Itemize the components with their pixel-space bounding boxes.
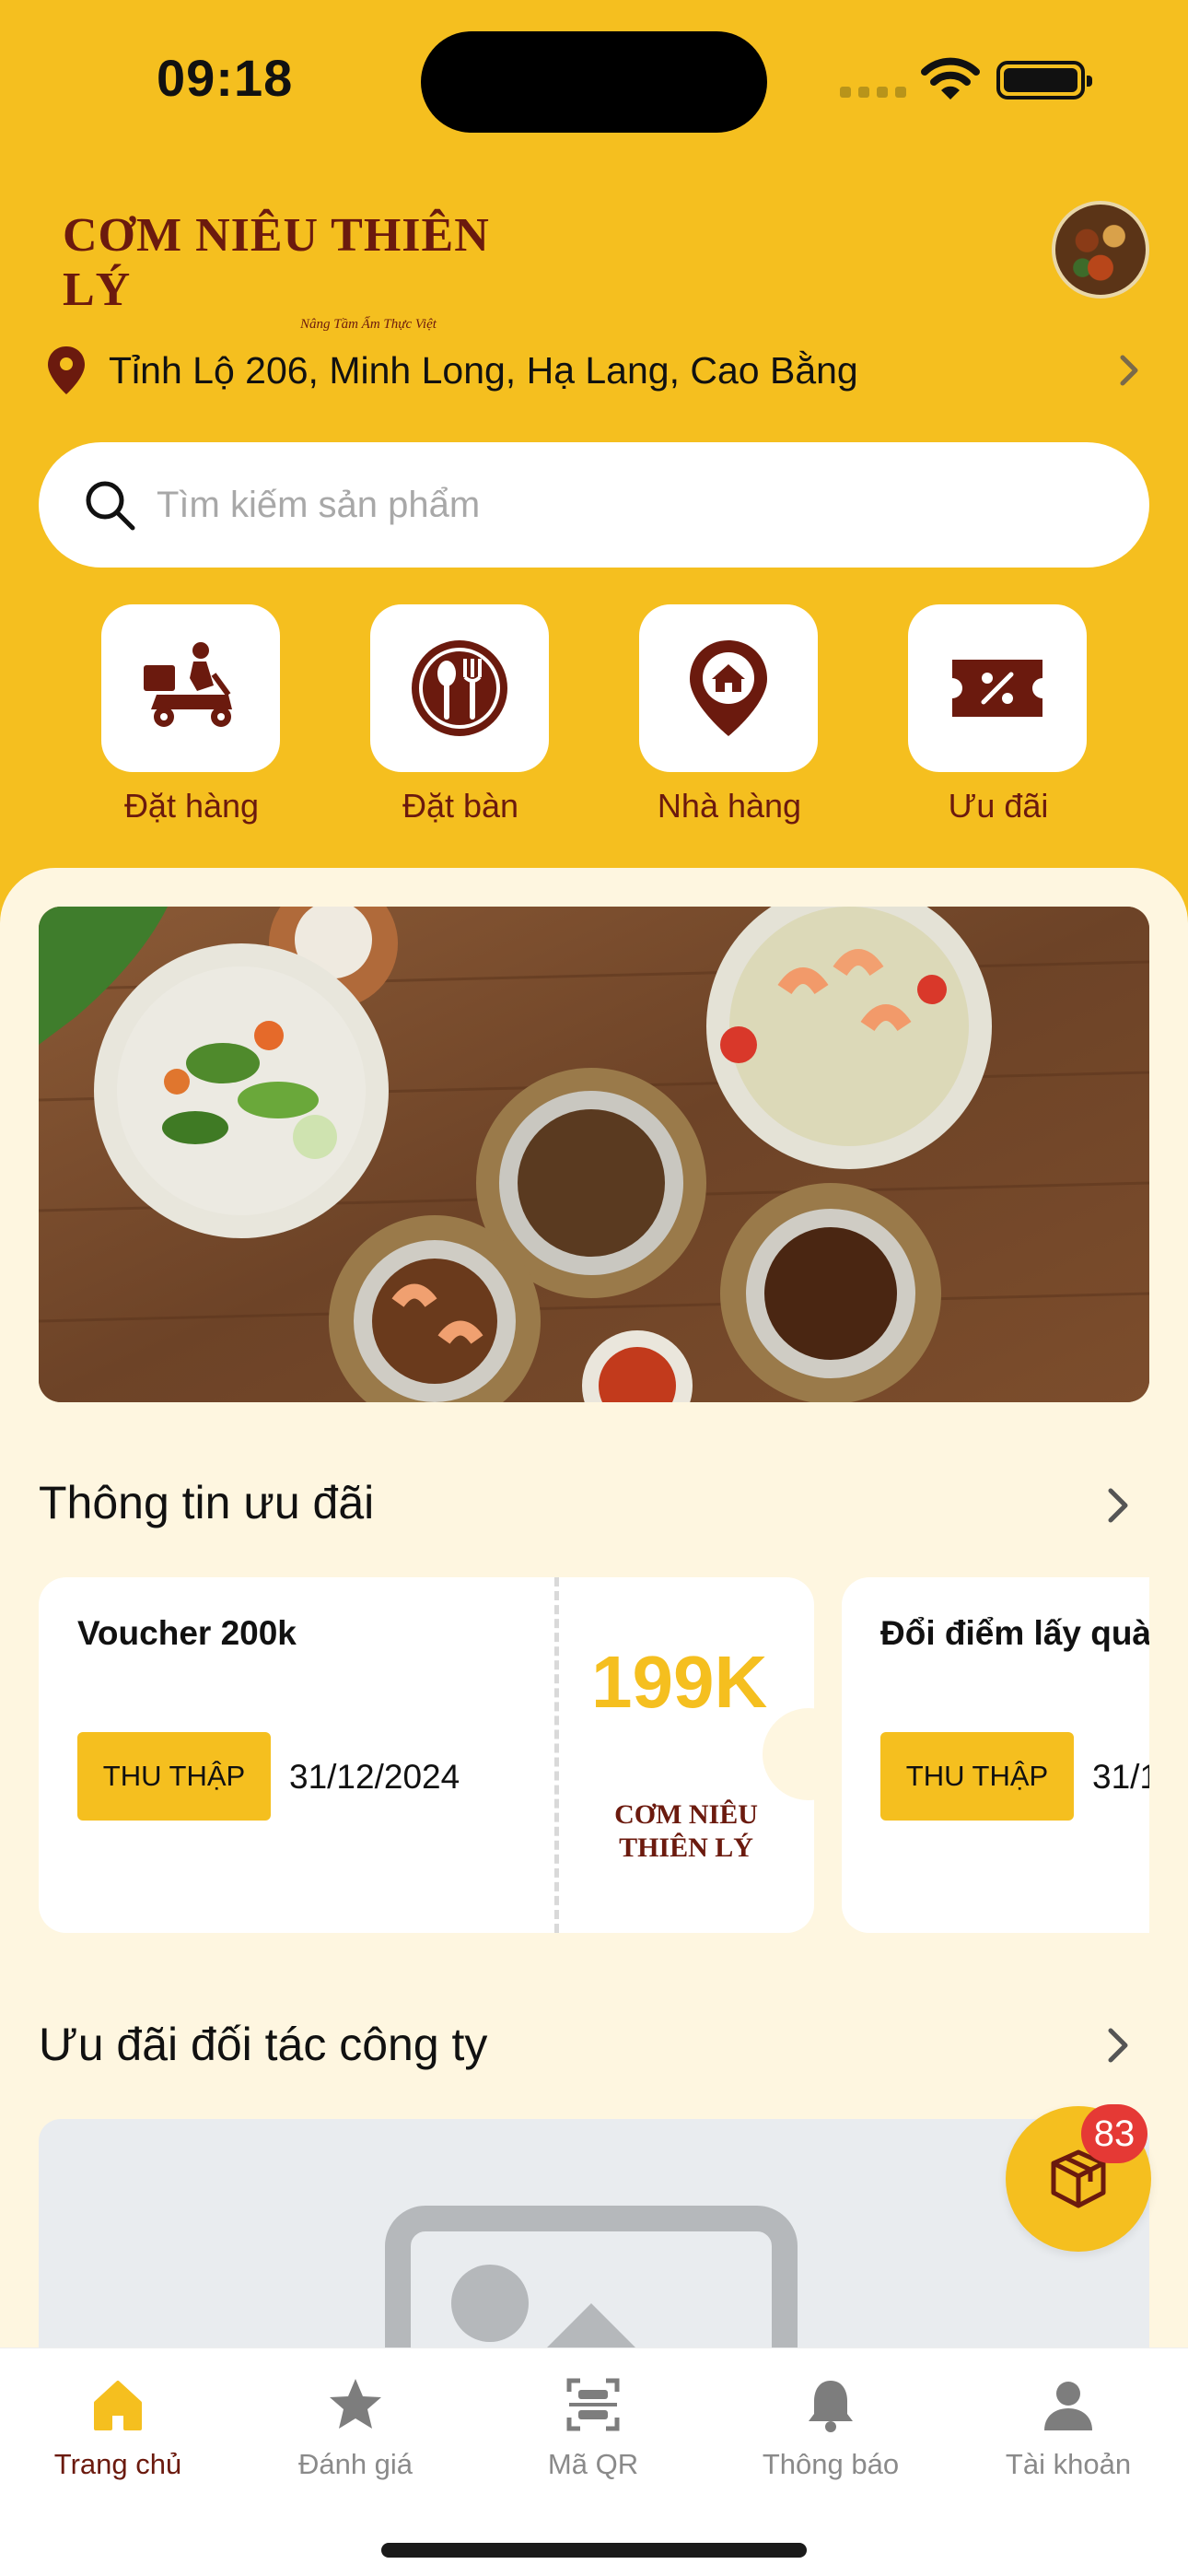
chevron-right-icon <box>1120 355 1138 386</box>
brand-logo: CƠM NIÊU THIÊN LÝ Nâng Tầm Ẩm Thực Việt <box>63 208 495 332</box>
bell-icon <box>809 2381 853 2432</box>
dynamic-island <box>421 31 767 133</box>
tab-home[interactable]: Trang chủ <box>26 2375 210 2481</box>
collect-button[interactable]: THU THẬP <box>880 1732 1074 1821</box>
tab-account[interactable]: Tài khoản <box>976 2375 1160 2481</box>
cellular-signal-icon <box>840 83 906 98</box>
food-banner-image <box>39 907 1149 1402</box>
quick-action-label: Đặt bàn <box>402 787 519 825</box>
home-indicator[interactable] <box>381 2543 807 2558</box>
quick-action-order[interactable]: Đặt hàng <box>101 604 282 825</box>
logo-tagline: Nâng Tầm Ẩm Thực Việt <box>300 317 437 332</box>
avatar[interactable] <box>1052 201 1149 299</box>
status-time: 09:18 <box>157 49 294 107</box>
voucher-title: Đổi điểm lấy quà <box>880 1614 1149 1652</box>
wifi-icon <box>921 57 980 100</box>
voucher-card[interactable]: Đổi điểm lấy quà THU THẬP 31/12/2024 <box>842 1577 1149 1933</box>
quick-action-label: Ưu đãi <box>948 787 1049 825</box>
qr-scan-icon <box>566 2378 620 2431</box>
voucher-logo-line2: THIÊN LÝ <box>619 1832 753 1863</box>
voucher-amount: 199K <box>591 1641 768 1723</box>
home-icon <box>94 2381 142 2430</box>
voucher-expiry: 31/12/2024 <box>289 1758 460 1796</box>
search-input[interactable] <box>157 484 985 526</box>
discount-ticket-icon <box>952 660 1042 717</box>
voucher-logo: CƠM NIÊU THIÊN LÝ <box>608 1798 764 1865</box>
voucher-expiry: 31/12/2024 <box>1092 1758 1149 1796</box>
voucher-notch <box>763 1708 814 1800</box>
cart-badge: 83 <box>1081 2104 1147 2163</box>
tab-reviews[interactable]: Đánh giá <box>263 2375 448 2481</box>
tab-label: Trang chủ <box>53 2448 182 2480</box>
delivery-scooter-icon <box>144 642 232 727</box>
quick-action-label: Nhà hàng <box>657 787 802 825</box>
promo-banner[interactable] <box>39 907 1149 1402</box>
quick-action-label: Đặt hàng <box>123 787 260 825</box>
tab-label: Mã QR <box>547 2448 639 2480</box>
spoon-fork-icon <box>412 640 507 736</box>
tab-notifications[interactable]: Thông báo <box>739 2375 923 2481</box>
quick-action-offers[interactable]: Ưu đãi <box>908 604 1089 825</box>
restaurant-location-icon <box>690 640 767 736</box>
user-icon <box>1044 2382 1092 2430</box>
search-icon <box>86 481 135 531</box>
promo-section-title: Thông tin ưu đãi <box>39 1477 375 1528</box>
tab-label: Đánh giá <box>297 2448 413 2480</box>
location-selector[interactable]: Tỉnh Lộ 206, Minh Long, Hạ Lang, Cao Bằn… <box>44 341 1144 400</box>
collect-button[interactable]: THU THẬP <box>77 1732 271 1821</box>
location-text: Tỉnh Lộ 206, Minh Long, Hạ Lang, Cao Bằn… <box>109 348 858 392</box>
chevron-right-icon[interactable] <box>1101 1485 1133 1526</box>
tab-label: Tài khoản <box>1005 2448 1132 2480</box>
partner-section-title: Ưu đãi đối tác công ty <box>39 2019 488 2070</box>
voucher-logo-line1: CƠM NIÊU <box>614 1799 758 1830</box>
tab-qr[interactable]: Mã QR <box>501 2375 685 2481</box>
quick-action-reserve[interactable]: Đặt bàn <box>370 604 551 825</box>
quick-action-restaurant[interactable]: Nhà hàng <box>639 604 820 825</box>
voucher-card[interactable]: Voucher 200k THU THẬP 31/12/2024 199K CƠ… <box>39 1577 814 1933</box>
voucher-divider <box>554 1577 559 1933</box>
chevron-right-icon[interactable] <box>1101 2025 1133 2066</box>
map-pin-icon <box>48 346 85 394</box>
tab-label: Thông báo <box>762 2448 900 2480</box>
star-icon <box>330 2379 381 2429</box>
battery-icon <box>996 61 1092 100</box>
voucher-title: Voucher 200k <box>77 1614 297 1652</box>
home-screen: 09:18 CƠM NIÊU THIÊN LÝ Nâng Tầm Ẩm Thực… <box>0 0 1188 2576</box>
logo-text: CƠM NIÊU THIÊN LÝ <box>63 209 490 316</box>
search-bar[interactable] <box>39 442 1149 568</box>
